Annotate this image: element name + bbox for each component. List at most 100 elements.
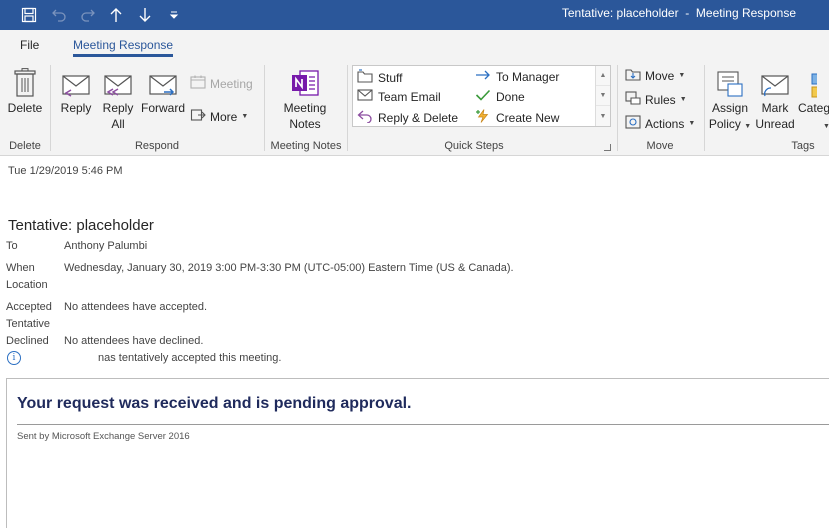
location-label: Location (6, 279, 48, 291)
reply-button[interactable]: Reply (56, 64, 96, 116)
quick-step-team-email[interactable]: Team Email (357, 89, 441, 104)
body-divider (17, 424, 829, 425)
meeting-notes-label-line2: Notes (289, 117, 321, 131)
categorize-icon (797, 64, 829, 98)
checkmark-icon (475, 89, 491, 104)
chevron-down-icon: ▼ (823, 123, 829, 130)
reply-all-button[interactable]: Reply All (98, 64, 138, 132)
group-separator (617, 65, 618, 151)
to-label: To (6, 240, 18, 252)
undo-icon[interactable] (45, 0, 73, 30)
categorize-button[interactable]: Categ ▼ (797, 64, 829, 135)
down-arrow-icon[interactable] (131, 0, 159, 30)
meeting-notes-label-line1: Meeting (283, 101, 327, 115)
forward-arrow-icon (475, 69, 491, 84)
move-button[interactable]: Move ▼ (625, 67, 685, 84)
group-label-delete: Delete (9, 140, 41, 152)
dialog-launcher-icon[interactable] (604, 144, 611, 151)
group-label-move: Move (646, 140, 674, 152)
delete-button[interactable]: Delete (4, 64, 46, 116)
message-pane: Tue 1/29/2019 5:46 PM Tentative: placeho… (0, 157, 829, 528)
quick-step-label: Team Email (378, 89, 441, 104)
chevron-down-icon: ▼ (679, 96, 687, 103)
move-label: Move (645, 68, 675, 83)
expand-gallery-icon[interactable]: ▼ (596, 106, 610, 126)
quick-step-label: Reply & Delete (378, 110, 459, 125)
quick-step-done[interactable]: Done (475, 89, 525, 104)
tab-meeting-response[interactable]: Meeting Response (73, 38, 174, 57)
calendar-icon (190, 75, 206, 92)
assign-policy-label-line2: Policy (708, 117, 741, 131)
quick-step-reply-delete[interactable]: Reply & Delete (357, 109, 458, 126)
ribbon-tabs: File Meeting Response (0, 30, 829, 59)
window-title: Tentative: placeholder - Meeting Respons… (561, 6, 796, 20)
categorize-label: Categ (798, 101, 829, 115)
actions-label: Actions (645, 116, 685, 131)
customize-icon[interactable] (160, 0, 188, 30)
meeting-button[interactable]: Meeting (190, 75, 253, 92)
forward-button[interactable]: Forward (140, 64, 186, 116)
reply-arrow-icon (357, 109, 373, 126)
group-separator (704, 65, 705, 151)
quick-step-label: Stuff (378, 70, 403, 85)
quick-step-stuff[interactable]: Stuff (357, 69, 402, 86)
accepted-label: Accepted (6, 301, 52, 313)
assign-policy-label-line1: Assign (711, 101, 749, 115)
up-arrow-icon[interactable] (102, 0, 130, 30)
quick-step-label: To Manager (496, 69, 560, 84)
rules-icon (625, 91, 641, 108)
more-icon (190, 107, 206, 126)
chevron-down-icon: ▼ (678, 72, 686, 79)
group-label-respond: Respond (134, 140, 180, 152)
tab-file[interactable]: File (20, 38, 39, 52)
envelope-icon (357, 89, 373, 104)
group-label-tags: Tags (791, 140, 815, 152)
reply-icon (56, 64, 96, 98)
info-icon: i (7, 351, 21, 365)
reply-all-label-line1: Reply (102, 101, 134, 115)
more-respond-button[interactable]: More ▼ (190, 107, 248, 126)
mark-unread-icon (754, 64, 796, 98)
delete-label: Delete (7, 101, 43, 115)
meeting-label: Meeting (210, 76, 253, 91)
reply-label: Reply (60, 101, 92, 115)
scroll-up-icon[interactable]: ▲ (596, 66, 610, 86)
tentative-label: Tentative (6, 318, 51, 330)
reply-all-icon (98, 64, 138, 98)
rules-button[interactable]: Rules ▼ (625, 91, 687, 108)
body-heading: Your request was received and is pending… (17, 395, 412, 412)
group-separator (264, 65, 265, 151)
meeting-notes-button[interactable]: Meeting Notes (276, 64, 334, 132)
lightning-icon (475, 109, 491, 126)
redo-icon[interactable] (74, 0, 102, 30)
assign-policy-button[interactable]: Assign Policy ▼ (708, 64, 752, 135)
message-subject: Tentative: placeholder (8, 217, 154, 234)
group-label-meeting-notes: Meeting Notes (270, 140, 342, 152)
quick-step-label: Done (496, 89, 525, 104)
chevron-down-icon: ▼ (241, 113, 249, 120)
quick-steps-gallery: Stuff Team Email Reply & Delete To Manag… (352, 65, 611, 127)
declined-value: No attendees have declined. (64, 335, 204, 347)
group-separator (50, 65, 51, 151)
mark-unread-button[interactable]: Mark Unread (754, 64, 796, 132)
title-bar: Tentative: placeholder - Meeting Respons… (0, 0, 829, 30)
group-label-quick-steps: Quick Steps (444, 140, 504, 152)
declined-label: Declined (6, 335, 49, 347)
quick-step-create-new[interactable]: Create New (475, 109, 559, 126)
body-footer: Sent by Microsoft Exchange Server 2016 (17, 431, 190, 442)
save-icon[interactable] (15, 0, 43, 30)
actions-button[interactable]: Actions ▼ (625, 115, 695, 132)
to-value[interactable]: Anthony Palumbi (64, 240, 147, 252)
when-label: When (6, 262, 35, 274)
quick-step-to-manager[interactable]: To Manager (475, 69, 559, 84)
scroll-down-icon[interactable]: ▼ (596, 86, 610, 106)
move-icon (625, 67, 641, 84)
message-body: Your request was received and is pending… (6, 378, 829, 528)
info-bar-text: nas tentatively accepted this meeting. (98, 352, 282, 364)
more-label: More (210, 109, 238, 124)
forward-label: Forward (140, 101, 185, 115)
quick-step-label: Create New (496, 110, 560, 125)
when-value: Wednesday, January 30, 2019 3:00 PM-3:30… (64, 262, 514, 274)
mark-unread-label-line1: Mark (761, 101, 789, 115)
reply-all-label-line2: All (111, 117, 125, 131)
